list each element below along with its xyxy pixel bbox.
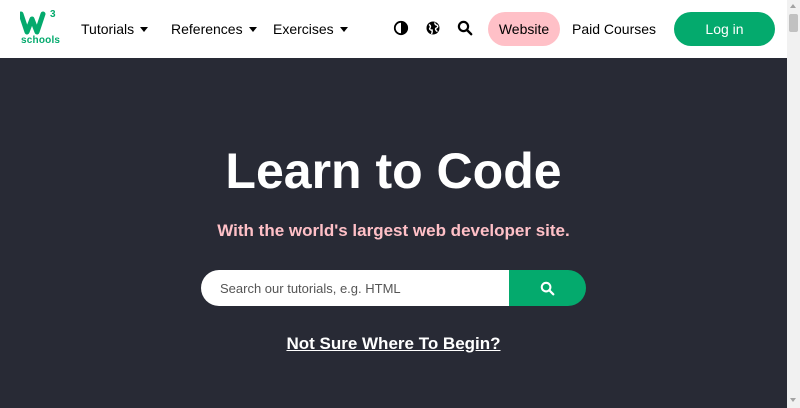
contrast-icon[interactable] — [393, 20, 409, 36]
nav-references-label: References — [171, 21, 243, 37]
nav-exercises-label: Exercises — [273, 21, 334, 37]
search-input[interactable] — [201, 270, 509, 306]
search-icon[interactable] — [457, 20, 473, 36]
hero-subtitle: With the world's largest web developer s… — [217, 221, 570, 240]
scroll-down-icon[interactable] — [790, 398, 796, 402]
caret-down-icon — [248, 27, 257, 32]
login-button[interactable]: Log in — [674, 12, 775, 46]
w3schools-logo[interactable]: 3 schools — [20, 9, 61, 48]
caret-down-icon — [140, 27, 149, 32]
nav-tutorials[interactable]: Tutorials — [81, 19, 149, 39]
nav-references[interactable]: References — [171, 19, 257, 39]
website-button[interactable]: Website — [488, 12, 560, 46]
hero-search-bar — [201, 270, 586, 306]
top-navigation-bar: 3 schools Tutorials References Exercises… — [0, 0, 787, 58]
search-icon — [540, 281, 555, 295]
hero-title: Learn to Code — [225, 143, 562, 199]
vertical-scrollbar[interactable] — [787, 0, 800, 408]
scrollbar-thumb[interactable] — [789, 14, 798, 32]
globe-icon[interactable] — [425, 20, 441, 36]
paid-courses-button[interactable]: Paid Courses — [572, 19, 656, 39]
search-button[interactable] — [509, 270, 586, 306]
logo-superscript: 3 — [50, 9, 56, 20]
scroll-up-icon[interactable] — [790, 4, 796, 8]
logo-wordmark: schools — [21, 35, 61, 46]
not-sure-where-to-begin-link[interactable]: Not Sure Where To Begin? — [0, 333, 787, 355]
caret-down-icon — [339, 27, 348, 32]
nav-tutorials-label: Tutorials — [81, 21, 135, 37]
nav-exercises[interactable]: Exercises — [273, 19, 348, 39]
